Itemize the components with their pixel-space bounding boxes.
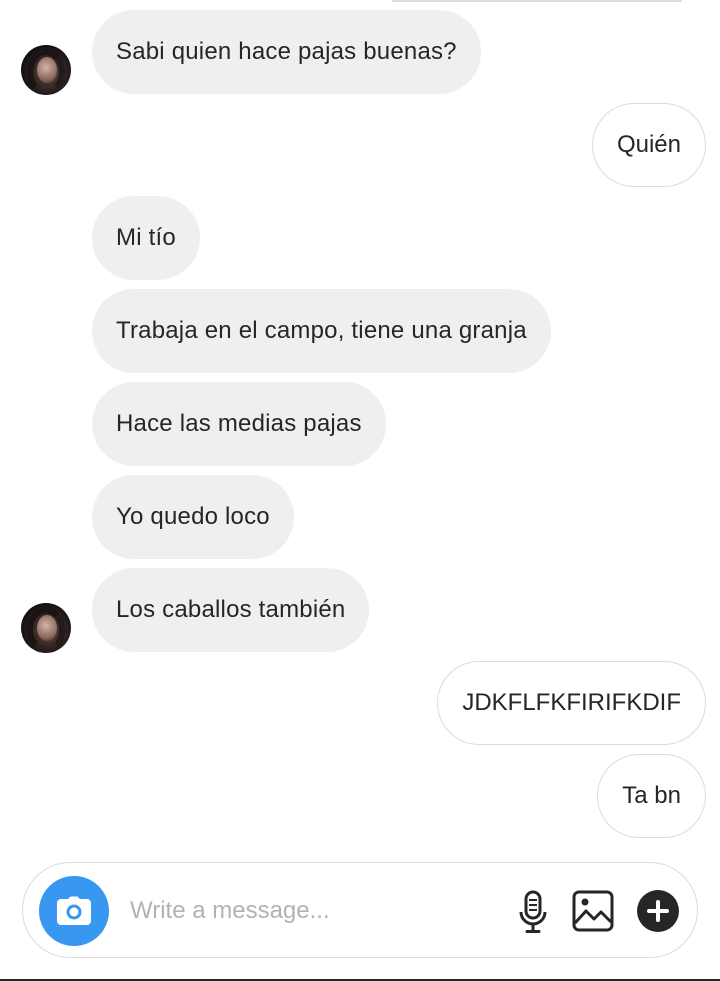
message-outgoing[interactable]: Quién	[591, 103, 706, 187]
contact-avatar[interactable]	[21, 603, 71, 653]
previous-message-edge	[392, 0, 682, 2]
message-incoming[interactable]: Mi tío	[92, 196, 200, 280]
voice-message-button[interactable]	[513, 889, 553, 935]
microphone-icon	[519, 890, 547, 933]
message-input[interactable]	[130, 891, 490, 931]
message-incoming[interactable]: Hace las medias pajas	[92, 382, 386, 466]
message-outgoing[interactable]: Ta bn	[597, 754, 706, 838]
message-text: Los caballos también	[116, 596, 346, 623]
more-options-button[interactable]	[637, 890, 679, 932]
message-text: Mi tío	[116, 224, 176, 251]
message-composer	[22, 862, 698, 958]
message-text: Hace las medias pajas	[116, 410, 362, 437]
message-text: Yo quedo loco	[116, 503, 270, 530]
message-text: Quién	[616, 131, 681, 158]
message-text: Sabi quien hace pajas buenas?	[116, 38, 457, 65]
contact-avatar[interactable]	[21, 45, 71, 95]
message-outgoing[interactable]: JDKFLFKFIRIFKDIF	[437, 661, 706, 745]
message-text: Ta bn	[622, 782, 681, 809]
message-text: JDKFLFKFIRIFKDIF	[462, 689, 681, 716]
gallery-icon	[572, 890, 614, 932]
camera-button[interactable]	[39, 876, 109, 946]
message-incoming[interactable]: Yo quedo loco	[92, 475, 294, 559]
plus-icon	[637, 890, 679, 932]
message-incoming[interactable]: Sabi quien hace pajas buenas?	[92, 10, 481, 94]
message-incoming[interactable]: Trabaja en el campo, tiene una granja	[92, 289, 551, 373]
message-text: Trabaja en el campo, tiene una granja	[116, 317, 527, 344]
gallery-button[interactable]	[571, 889, 615, 933]
camera-icon	[57, 896, 91, 925]
message-incoming[interactable]: Los caballos también	[92, 568, 370, 652]
